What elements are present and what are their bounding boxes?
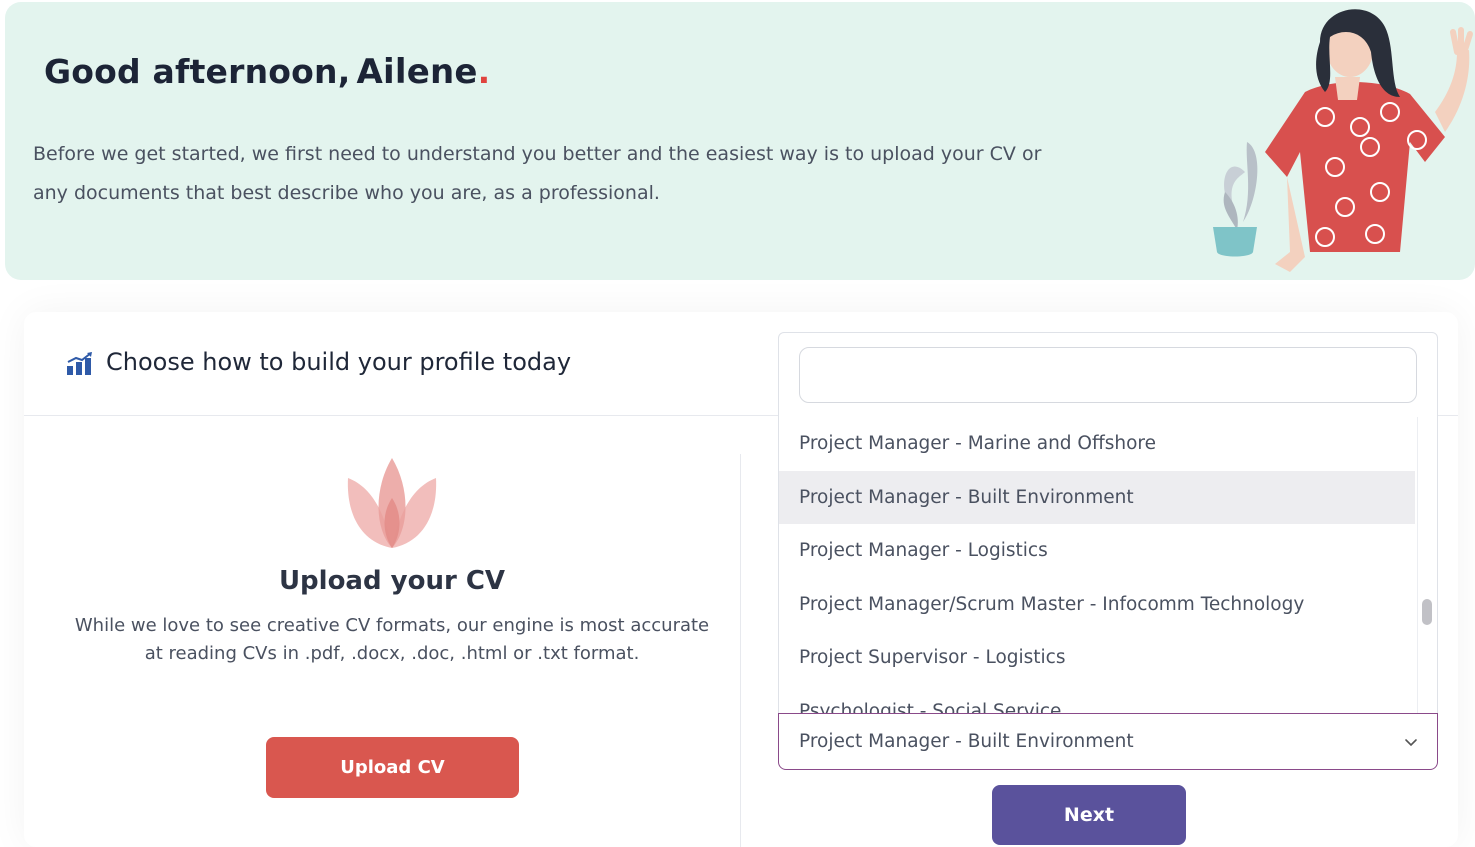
selected-job-title: Project Manager - Built Environment xyxy=(799,731,1134,752)
upload-cv-title: Upload your CV xyxy=(278,566,506,596)
name-dot: . xyxy=(477,52,491,91)
dropdown-option[interactable]: Project Supervisor - Logistics xyxy=(779,631,1415,685)
column-divider xyxy=(740,454,741,847)
woman-waving-illustration xyxy=(1213,9,1473,272)
bar-chart-icon xyxy=(67,352,92,375)
dropdown-option[interactable]: Project Manager - Marine and Offshore xyxy=(779,417,1415,471)
dropdown-search-input[interactable] xyxy=(799,347,1417,403)
intro-text: Before we get started, we first need to … xyxy=(33,135,1113,213)
dropdown-option[interactable]: Project Manager - Logistics xyxy=(779,524,1415,578)
dropdown-option[interactable]: Project Manager/Scrum Master - Infocomm … xyxy=(779,578,1415,632)
upload-cv-section: Upload your CV While we love to see crea… xyxy=(24,416,740,847)
greeting-text: Good afternoon, xyxy=(44,52,351,91)
greeting-heading: Good afternoon, Ailene. xyxy=(44,52,490,92)
job-title-dropdown-menu: Project Manager - Marine and Offshore Pr… xyxy=(778,332,1438,714)
scrollbar-thumb[interactable] xyxy=(1422,599,1432,625)
next-button[interactable]: Next xyxy=(992,785,1186,845)
upload-cv-description: While we love to see creative CV formats… xyxy=(74,615,710,664)
dropdown-options-list: Project Manager - Marine and Offshore Pr… xyxy=(779,417,1415,714)
dropdown-option-highlighted[interactable]: Project Manager - Built Environment xyxy=(779,470,1415,524)
user-name: Ailene xyxy=(356,52,478,92)
dropdown-scrollbar[interactable] xyxy=(1417,417,1437,713)
intro-line-2: any documents that best describe who you… xyxy=(33,182,660,204)
chevron-down-icon xyxy=(1405,739,1417,747)
upload-cv-button[interactable]: Upload CV xyxy=(266,737,519,798)
card-title: Choose how to build your profile today xyxy=(106,348,572,376)
job-title-select[interactable]: Project Manager - Built Environment xyxy=(778,713,1438,770)
welcome-banner: Good afternoon, Ailene. Before we get sta… xyxy=(5,2,1475,280)
lotus-icon xyxy=(347,458,437,548)
intro-line-1: Before we get started, we first need to … xyxy=(33,143,1042,165)
dropdown-option[interactable]: Psychologist - Social Service xyxy=(779,685,1415,714)
